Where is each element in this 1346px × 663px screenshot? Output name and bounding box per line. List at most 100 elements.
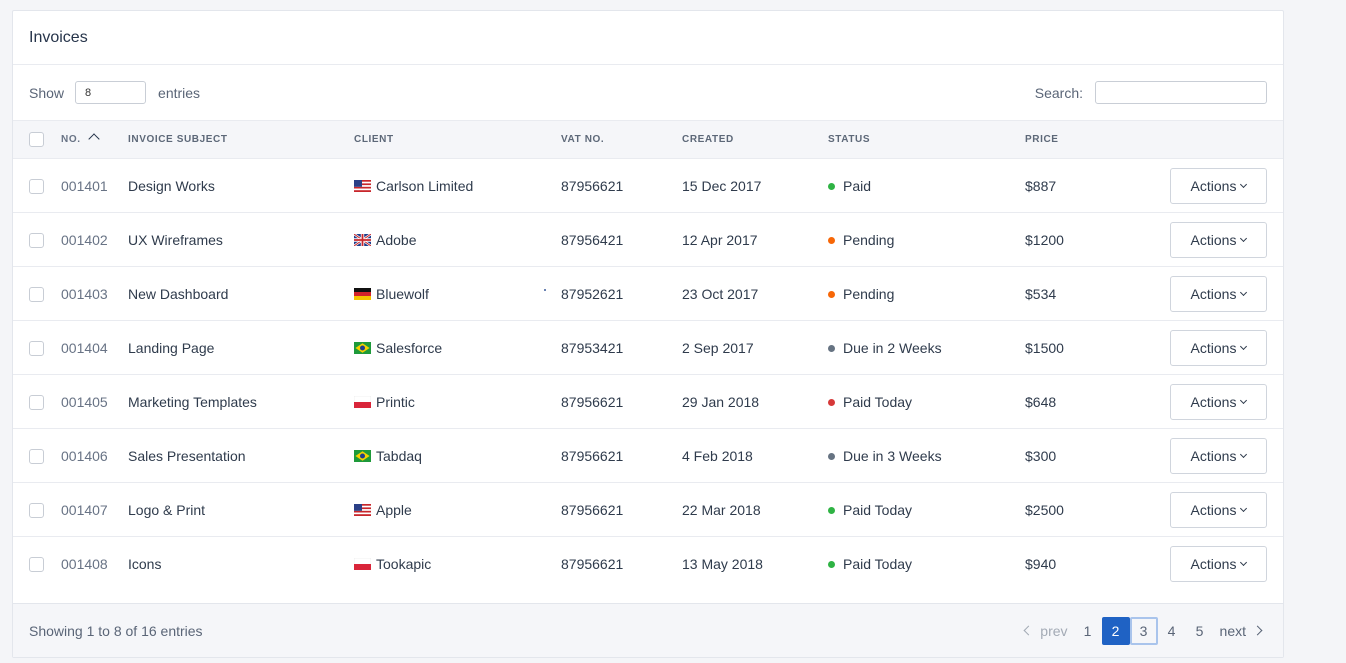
status-dot-icon: [828, 182, 835, 190]
vat-number: 87956621: [561, 447, 624, 464]
row-checkbox[interactable]: [29, 448, 44, 464]
entries-label: entries: [158, 84, 201, 101]
br-flag-icon: [354, 449, 371, 462]
status-dot-icon: [828, 452, 835, 460]
pl-flag-icon: [353, 557, 372, 570]
next-page-button[interactable]: next: [1214, 623, 1267, 639]
price: $887: [1025, 177, 1057, 194]
created-date: 15 Dec 2017: [682, 177, 762, 194]
client-cell: Carlson Limited: [354, 159, 561, 213]
header-subject[interactable]: Invoice Subject: [128, 121, 354, 159]
actions-dropdown-button[interactable]: Actions: [1170, 491, 1267, 528]
search-input[interactable]: [1095, 81, 1267, 104]
price: $940: [1025, 555, 1057, 572]
header-status[interactable]: Status: [828, 121, 1025, 159]
next-label: next: [1219, 622, 1246, 639]
price: $300: [1025, 447, 1057, 464]
status-dot-icon: [828, 506, 835, 514]
actions-dropdown-button[interactable]: Actions: [1170, 167, 1267, 204]
header-no[interactable]: No.: [61, 121, 128, 159]
sort-ascending-icon: [87, 133, 100, 145]
header-actions: [1170, 121, 1283, 159]
actions-dropdown-button[interactable]: Actions: [1170, 437, 1267, 474]
page-button-5[interactable]: 5: [1186, 617, 1214, 645]
status-label: Pending: [843, 285, 895, 302]
client-name: Tookapic: [376, 555, 432, 572]
status-label: Paid Today: [843, 501, 913, 518]
vat-number: 87956621: [561, 177, 624, 194]
actions-dropdown-button[interactable]: Actions: [1170, 383, 1267, 420]
header-price[interactable]: Price: [1025, 121, 1170, 159]
page-button-3[interactable]: 3: [1129, 616, 1158, 645]
stray-dot: [544, 289, 546, 291]
page-button-1[interactable]: 1: [1074, 617, 1102, 645]
actions-cell: Actions: [1170, 429, 1283, 483]
client-name: Salesforce: [376, 339, 443, 356]
actions-label: Actions: [1190, 501, 1237, 518]
vat-number: 87956621: [561, 501, 624, 518]
client-cell: Bluewolf: [354, 267, 561, 321]
chevron-down-icon: [1240, 559, 1248, 567]
row-select-cell: [13, 429, 61, 483]
actions-dropdown-button[interactable]: Actions: [1170, 545, 1267, 582]
de-flag-icon: [354, 287, 371, 300]
status-cell: Paid Today: [828, 375, 1025, 429]
row-checkbox[interactable]: [29, 394, 44, 410]
invoice-number: 001408: [61, 555, 108, 572]
header-created[interactable]: Created: [682, 121, 828, 159]
row-checkbox[interactable]: [29, 502, 44, 518]
row-checkbox[interactable]: [29, 340, 44, 356]
client-name: Apple: [376, 501, 412, 518]
row-checkbox[interactable]: [29, 557, 44, 573]
entries-summary: Showing 1 to 8 of 16 entries: [29, 622, 203, 639]
prev-page-button[interactable]: prev: [1019, 623, 1073, 639]
row-select-cell: [13, 537, 61, 591]
invoice-number: 001404: [61, 339, 108, 356]
vat-number: 87956621: [561, 393, 624, 410]
actions-label: Actions: [1190, 231, 1237, 248]
header-vat[interactable]: VAT No.: [561, 121, 682, 159]
status-cell: Paid Today: [828, 537, 1025, 591]
actions-dropdown-button[interactable]: Actions: [1170, 221, 1267, 258]
page-numbers: 12345: [1074, 616, 1214, 645]
invoice-subject: Sales Presentation: [128, 447, 246, 464]
chevron-down-icon: [1240, 396, 1248, 405]
table-footer: Showing 1 to 8 of 16 entries prev 12345 …: [13, 603, 1283, 657]
row-checkbox[interactable]: [29, 286, 44, 302]
chevron-left-icon: [1023, 625, 1034, 636]
invoice-subject: Logo & Print: [128, 501, 206, 518]
actions-dropdown-button[interactable]: Actions: [1170, 329, 1267, 366]
table-row: 001406 Sales Presentation Tabdaq 87956621 4 …: [13, 429, 1283, 483]
vat-number: 87952621: [561, 285, 624, 302]
page-button-4[interactable]: 4: [1158, 617, 1186, 645]
table-header-row: No. Invoice Subject Client VAT No. Creat…: [13, 120, 1283, 159]
select-all-checkbox[interactable]: [29, 132, 44, 147]
actions-dropdown-button[interactable]: Actions: [1170, 275, 1267, 312]
price: $1500: [1025, 339, 1064, 356]
status-dot-icon: [828, 344, 835, 352]
status-label: Paid: [843, 177, 872, 194]
row-select-cell: [13, 375, 61, 429]
header-client[interactable]: Client: [354, 121, 561, 159]
client-cell: Printic: [353, 375, 561, 429]
status-dot-icon: [828, 398, 835, 406]
page-length-control: Show entries: [29, 81, 200, 104]
invoices-card: Invoices Show entries Search: No. Invoic…: [12, 10, 1284, 658]
entries-per-page-input[interactable]: [75, 81, 147, 104]
show-label: Show: [29, 84, 65, 101]
search-label: Search:: [1034, 84, 1083, 101]
row-select-cell: [13, 483, 61, 537]
actions-cell: Actions: [1170, 267, 1283, 321]
table-row: 001405 Marketing Templates Printic 87956621…: [13, 375, 1283, 429]
created-date: 4 Feb 2018: [682, 447, 753, 464]
row-checkbox[interactable]: [29, 232, 44, 248]
chevron-down-icon: [1240, 342, 1248, 351]
created-date: 2 Sep 2017: [682, 339, 754, 356]
actions-label: Actions: [1190, 447, 1237, 464]
status-dot-icon: [828, 290, 835, 298]
table-controls: Show entries Search:: [13, 65, 1283, 120]
page-button-2[interactable]: 2: [1101, 616, 1130, 645]
status-label: Paid Today: [843, 555, 913, 572]
actions-cell: Actions: [1170, 159, 1283, 213]
row-checkbox[interactable]: [29, 178, 44, 194]
